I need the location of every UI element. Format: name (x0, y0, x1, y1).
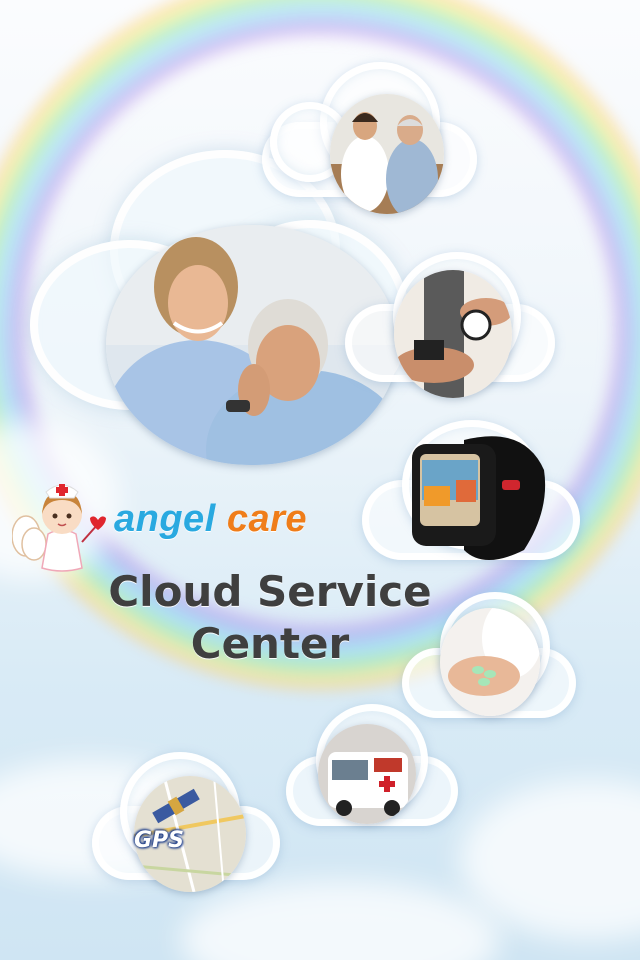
nurse-angel-mascot (11, 476, 112, 576)
background-cloud (180, 880, 500, 960)
gps-label: GPS (134, 828, 185, 853)
blood-pressure-photo (394, 270, 512, 398)
brand-angel-text: angel (114, 498, 216, 540)
doctor-consultation-photo (330, 94, 444, 214)
page-title: Cloud Service Center (60, 566, 480, 670)
brand-care-text: care (226, 498, 308, 540)
title-line-1: Cloud Service (108, 567, 432, 616)
smart-watch-photo (404, 430, 550, 566)
splash-screen: GPS angel care Cloud Service Center (0, 0, 640, 960)
brand-logo: angel care (114, 498, 307, 541)
ambulance-photo (318, 724, 416, 824)
title-line-2: Center (190, 619, 350, 668)
